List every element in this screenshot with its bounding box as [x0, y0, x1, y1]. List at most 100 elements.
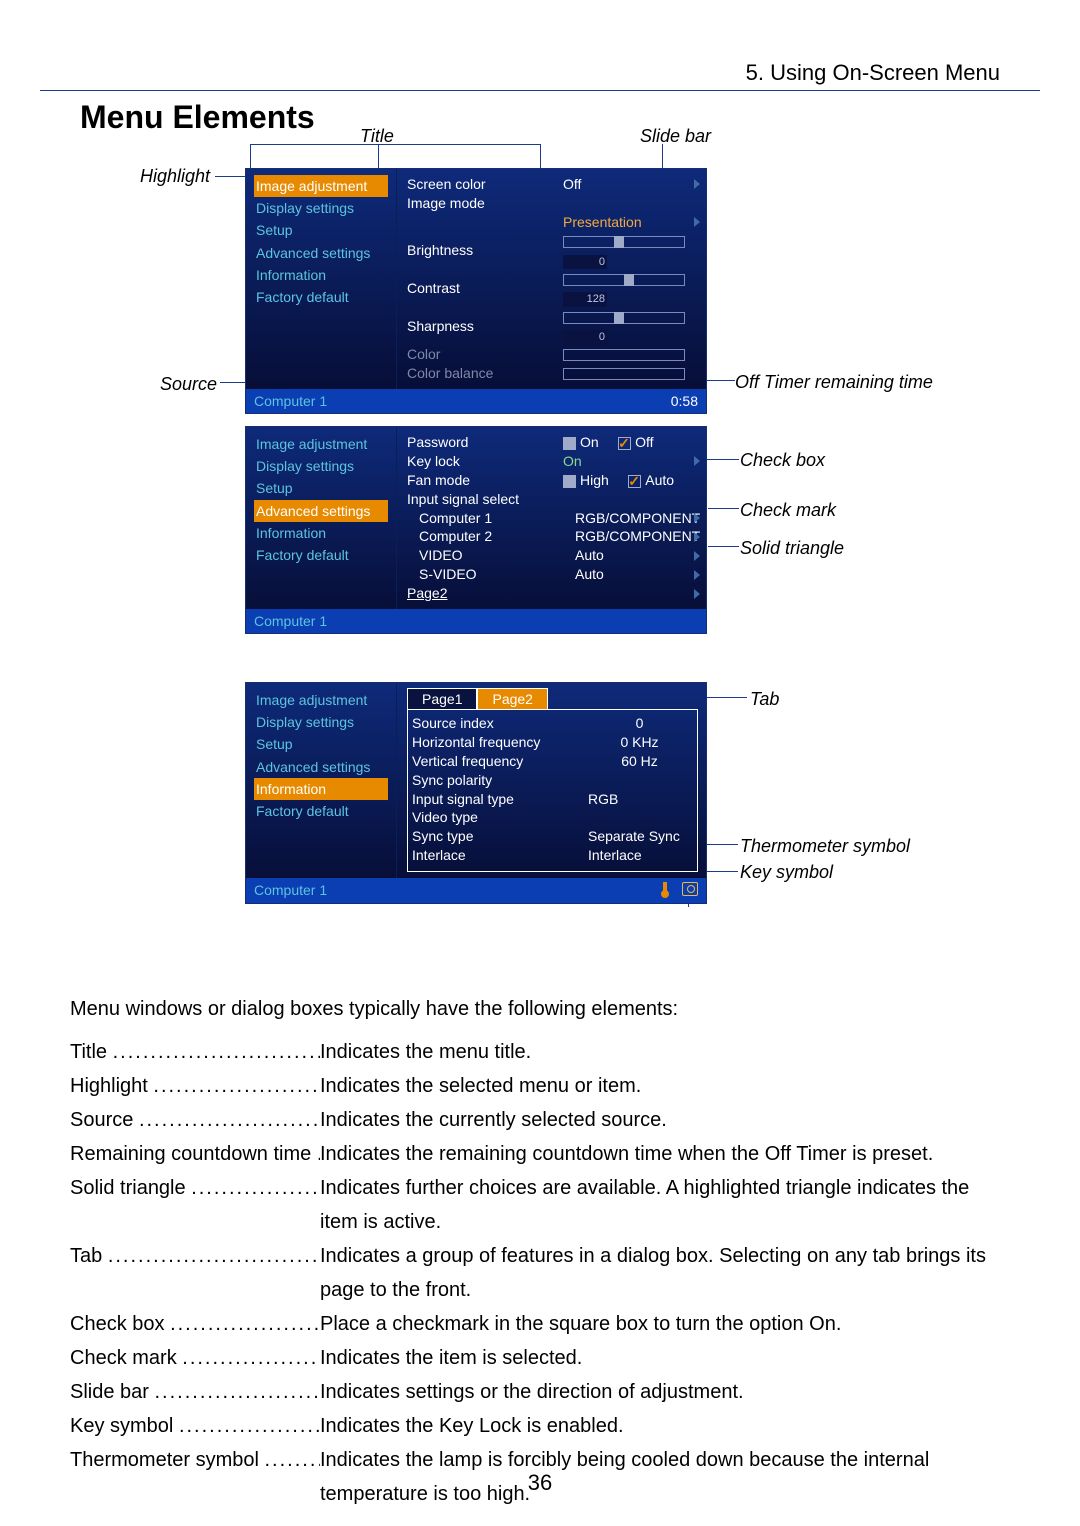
label-slidebar: Slide bar: [640, 126, 711, 147]
row-color: Color: [407, 345, 557, 364]
menu-sidebar: Image adjustment Display settings Setup …: [246, 169, 396, 314]
status-timer: 0:58: [671, 393, 698, 409]
menu-item-information[interactable]: Information: [254, 264, 388, 286]
menu-item-setup[interactable]: Setup: [254, 477, 388, 499]
intro-text: Menu windows or dialog boxes typically h…: [70, 998, 1040, 1021]
row-page2[interactable]: Page2: [407, 584, 557, 603]
row-fanmode[interactable]: Fan mode: [407, 471, 557, 490]
tab-page2[interactable]: Page2: [477, 688, 547, 710]
row-interlace: Interlace: [412, 846, 582, 865]
chapter-heading: 5. Using On-Screen Menu: [40, 60, 1000, 86]
status-source: Computer 1: [254, 393, 327, 409]
row-video[interactable]: VIDEO: [407, 546, 569, 565]
label-offtimer: Off Timer remaining time: [735, 372, 933, 393]
status-source: Computer 1: [254, 882, 327, 899]
divider: [40, 90, 1040, 91]
row-vfreq: Vertical frequency: [412, 752, 582, 771]
row-computer1[interactable]: Computer 1: [407, 509, 569, 528]
def-source: Source ...........................Indica…: [70, 1103, 1010, 1137]
chevron-right-icon: [694, 179, 700, 189]
thermometer-icon: [660, 882, 670, 896]
row-svideo[interactable]: S-VIDEO: [407, 565, 569, 584]
osd-information: Image adjustment Display settings Setup …: [245, 682, 707, 904]
row-password[interactable]: Password: [407, 433, 557, 452]
def-keysymbol: Key symbol ......................Indicat…: [70, 1409, 1010, 1443]
label-checkmark: Check mark: [740, 500, 836, 521]
checkbox-high[interactable]: [563, 475, 576, 488]
key-icon: [682, 882, 698, 896]
label-thermo: Thermometer symbol: [740, 836, 910, 857]
menu-item-image-adjustment[interactable]: Image adjustment: [254, 175, 388, 197]
menu-item-factory-default[interactable]: Factory default: [254, 544, 388, 566]
row-syncpol: Sync polarity: [412, 771, 582, 790]
menu-item-setup[interactable]: Setup: [254, 733, 388, 755]
page-number: 36: [0, 1470, 1080, 1496]
slider-contrast[interactable]: [563, 274, 685, 286]
diagram-area: Title Slide bar Highlight Source Off Tim…: [40, 126, 1020, 986]
menu-item-information[interactable]: Information: [254, 778, 388, 800]
checkbox-on[interactable]: [563, 437, 576, 450]
def-title: Title ..............................Indi…: [70, 1035, 1010, 1069]
menu-item-advanced-settings[interactable]: Advanced settings: [254, 756, 388, 778]
row-videotype: Video type: [412, 808, 582, 827]
row-inputsignalselect: Input signal select: [407, 490, 607, 509]
label-tab: Tab: [750, 689, 779, 710]
menu-sidebar: Image adjustment Display settings Setup …: [246, 427, 396, 572]
def-slidebar: Slide bar .........................Indic…: [70, 1375, 1010, 1409]
menu-item-setup[interactable]: Setup: [254, 219, 388, 241]
row-keylock[interactable]: Key lock: [407, 452, 557, 471]
value-imagemode: Presentation: [557, 213, 698, 232]
menu-item-image-adjustment[interactable]: Image adjustment: [254, 689, 388, 711]
menu-item-factory-default[interactable]: Factory default: [254, 800, 388, 822]
def-solidtri: Solid triangle ....................Indic…: [70, 1171, 1010, 1239]
def-tab: Tab ................................Indi…: [70, 1239, 1010, 1307]
status-bar: Computer 1: [246, 609, 706, 633]
label-solidtri: Solid triangle: [740, 538, 844, 559]
chevron-right-icon: [694, 570, 700, 580]
osd-image-adjustment: Image adjustment Display settings Setup …: [245, 168, 707, 414]
menu-item-display-settings[interactable]: Display settings: [254, 197, 388, 219]
row-imagemode[interactable]: Image mode: [407, 194, 557, 213]
def-checkbox: Check box .......................Place a…: [70, 1307, 1010, 1341]
checkbox-off[interactable]: [618, 437, 631, 450]
row-brightness[interactable]: Brightness: [407, 241, 557, 260]
osd-advanced-settings: Image adjustment Display settings Setup …: [245, 426, 707, 634]
menu-item-display-settings[interactable]: Display settings: [254, 455, 388, 477]
checkbox-auto[interactable]: [628, 475, 641, 488]
menu-sidebar: Image adjustment Display settings Setup …: [246, 683, 396, 828]
status-bar: Computer 1 0:58: [246, 389, 706, 413]
menu-item-display-settings[interactable]: Display settings: [254, 711, 388, 733]
def-countdown: Remaining countdown time ...Indicates th…: [70, 1137, 1010, 1171]
chevron-right-icon: [694, 551, 700, 561]
label-keysym: Key symbol: [740, 862, 833, 883]
status-bar: Computer 1: [246, 878, 706, 903]
def-checkmark: Check mark .....................Indicate…: [70, 1341, 1010, 1375]
row-synctype: Sync type: [412, 827, 582, 846]
label-highlight: Highlight: [140, 166, 210, 187]
slider-brightness[interactable]: [563, 236, 685, 248]
tab-frame: Page1 Page2 Source index0 Horizontal fre…: [407, 709, 698, 872]
definition-list: Title ..............................Indi…: [70, 1035, 1010, 1511]
status-source: Computer 1: [254, 613, 327, 629]
chevron-right-icon: [694, 456, 700, 466]
menu-item-image-adjustment[interactable]: Image adjustment: [254, 433, 388, 455]
row-sharpness[interactable]: Sharpness: [407, 317, 557, 336]
slider-colorbalance: [563, 368, 685, 380]
slider-sharpness[interactable]: [563, 312, 685, 324]
chevron-right-icon: [694, 513, 700, 523]
menu-item-advanced-settings[interactable]: Advanced settings: [254, 500, 388, 522]
slider-color: [563, 349, 685, 361]
menu-item-information[interactable]: Information: [254, 522, 388, 544]
row-contrast[interactable]: Contrast: [407, 279, 557, 298]
menu-item-advanced-settings[interactable]: Advanced settings: [254, 242, 388, 264]
label-source: Source: [160, 374, 217, 395]
chevron-right-icon: [694, 217, 700, 227]
chevron-right-icon: [694, 532, 700, 542]
tab-page1[interactable]: Page1: [407, 688, 477, 710]
row-hfreq: Horizontal frequency: [412, 733, 582, 752]
row-screencolor[interactable]: Screen color: [407, 175, 557, 194]
row-computer2[interactable]: Computer 2: [407, 527, 569, 546]
row-sourceindex: Source index: [412, 714, 582, 733]
label-checkbox: Check box: [740, 450, 825, 471]
menu-item-factory-default[interactable]: Factory default: [254, 286, 388, 308]
